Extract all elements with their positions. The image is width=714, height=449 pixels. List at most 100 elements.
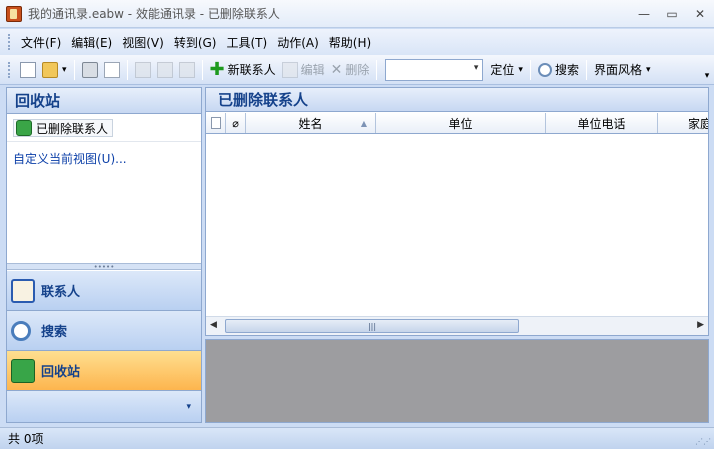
toolbar: ▾ ✚ 新联系人 编辑 ✕ 删除 ▾ 定位 ▾ 搜索 界面风格 ▾ ▾ [0,55,714,85]
column-header-company[interactable]: 单位 [376,113,546,133]
toolbar-overflow-button[interactable]: ▾ [702,59,712,81]
recycle-bin-icon [16,120,32,136]
minimize-button[interactable]: — [630,0,658,28]
open-folder-icon [42,61,58,78]
chevron-down-icon: ▾ [518,64,523,75]
nav-contacts-label: 联系人 [41,285,81,300]
delete-icon: ✕ [330,61,343,78]
list-header-title: 已删除联系人 [206,88,708,112]
chevron-down-icon: ▾ [645,64,651,75]
print-preview-icon [103,61,120,78]
delete-label: 删除 [345,63,370,77]
search-button[interactable]: 搜索 [535,59,582,81]
status-bar: 共 0项 ⋰⋰ [0,427,714,449]
toolbar-separator [201,59,203,80]
title-bar: 我的通讯录.eabw - 效能通讯录 - 已删除联系人 — ▭ ✕ [0,0,714,28]
horizontal-scrollbar[interactable]: ◀ ||| ▶ [206,316,708,335]
nav-recycle-bin-button[interactable]: 回收站 [7,351,201,391]
theme-button[interactable]: 界面风格 ▾ [591,59,654,81]
nav-search-button[interactable]: 搜索 [7,311,201,351]
locate-combo[interactable]: ▾ [385,58,484,81]
new-contact-button[interactable]: ✚ 新联系人 [207,59,279,81]
edit-label: 编辑 [300,63,325,77]
pane-splitter[interactable]: ••••• [7,263,201,271]
column-header-home[interactable]: 家庭 [658,113,708,133]
new-document-button[interactable] [17,59,39,81]
pane-header: 回收站 [7,88,201,114]
column-header-row: ⌀ 姓名 ▲ 单位 单位电话 家庭 [206,113,708,134]
scroll-right-icon[interactable]: ▶ [697,320,704,330]
toolbar-separator [126,59,128,80]
menu-view[interactable]: 视图(V) [118,34,168,51]
print-preview-button[interactable] [101,59,123,81]
add-icon: ✚ [209,58,225,80]
column-home-label: 家庭 [688,116,708,131]
nav-recycle-label: 回收站 [41,365,81,380]
new-document-icon [20,61,36,78]
toolbar-separator [376,59,378,80]
paste-icon [178,61,195,78]
recycle-bin-icon [11,358,35,383]
chevron-down-icon[interactable]: ▾ [474,63,479,73]
toolbar-grip[interactable] [8,61,11,78]
customize-view-link[interactable]: 自定义当前视图(U)... [13,150,127,167]
search-icon [11,320,31,341]
column-company-label: 单位 [448,116,473,131]
copy-icon [156,61,173,78]
menu-help[interactable]: 帮助(H) [325,34,375,51]
menu-bar: 文件(F) 编辑(E) 视图(V) 转到(G) 工具(T) 动作(A) 帮助(H… [0,29,714,55]
nav-overflow-button[interactable]: ▾ [7,391,201,422]
window-title: 我的通讯录.eabw - 效能通讯录 - 已删除联系人 [28,7,280,21]
divider [7,141,201,142]
column-header-name[interactable]: 姓名 ▲ [246,113,376,133]
toolbar-separator [585,59,587,80]
maximize-button[interactable]: ▭ [658,0,686,28]
menu-tools[interactable]: 工具(T) [222,34,271,51]
print-button[interactable] [79,59,101,81]
menu-actions[interactable]: 动作(A) [273,34,323,51]
nav-contacts-button[interactable]: 联系人 [7,271,201,311]
window-controls: — ▭ ✕ [630,0,714,28]
cut-icon [134,61,151,78]
print-icon [81,61,98,78]
menu-edit[interactable]: 编辑(E) [67,34,116,51]
document-icon [210,117,221,129]
folder-list: 已删除联系人 [7,117,201,139]
open-button[interactable]: ▾ [39,59,70,81]
menu-file[interactable]: 文件(F) [17,34,65,51]
copy-button[interactable] [154,59,176,81]
delete-button[interactable]: ✕ 删除 [328,59,373,81]
chevron-down-icon: ▾ [186,401,191,412]
navigation-pane: 回收站 已删除联系人 自定义当前视图(U)... ••••• 联系人 搜索 回收… [6,87,202,423]
menu-goto[interactable]: 转到(G) [170,34,221,51]
new-contact-label: 新联系人 [227,63,276,77]
scroll-left-icon[interactable]: ◀ [210,320,217,330]
chevron-down-icon: ▾ [62,64,67,75]
menu-grip[interactable] [8,34,11,50]
edit-button[interactable]: 编辑 [279,59,328,81]
column-header-type[interactable] [206,113,226,133]
paperclip-icon: ⌀ [232,116,239,130]
app-icon [6,5,22,22]
status-count: 共 0项 [8,432,44,446]
contact-list-pane: 已删除联系人 ⌀ 姓名 ▲ 单位 单位电话 家庭 ◀ ||| ▶ [205,87,709,336]
resize-grip[interactable]: ⋰⋰ [695,437,711,446]
folder-item-deleted-contacts[interactable]: 已删除联系人 [13,119,114,137]
folder-item-label: 已删除联系人 [36,121,109,136]
search-label: 搜索 [554,63,579,77]
theme-label: 界面风格 [593,63,642,77]
close-button[interactable]: ✕ [686,0,714,28]
locate-label: 定位 [490,63,515,77]
paste-button[interactable] [176,59,198,81]
toolbar-separator [73,59,75,80]
cut-button[interactable] [132,59,154,81]
column-header-work-phone[interactable]: 单位电话 [546,113,658,133]
column-work-phone-label: 单位电话 [577,116,626,131]
nav-search-label: 搜索 [41,325,68,340]
sort-ascending-icon: ▲ [360,118,367,128]
scrollbar-thumb[interactable]: ||| [225,319,519,333]
locate-button[interactable]: 定位 ▾ [487,59,526,81]
preview-pane [205,339,709,423]
column-name-label: 姓名 [298,116,323,131]
column-header-attachment[interactable]: ⌀ [226,113,246,133]
